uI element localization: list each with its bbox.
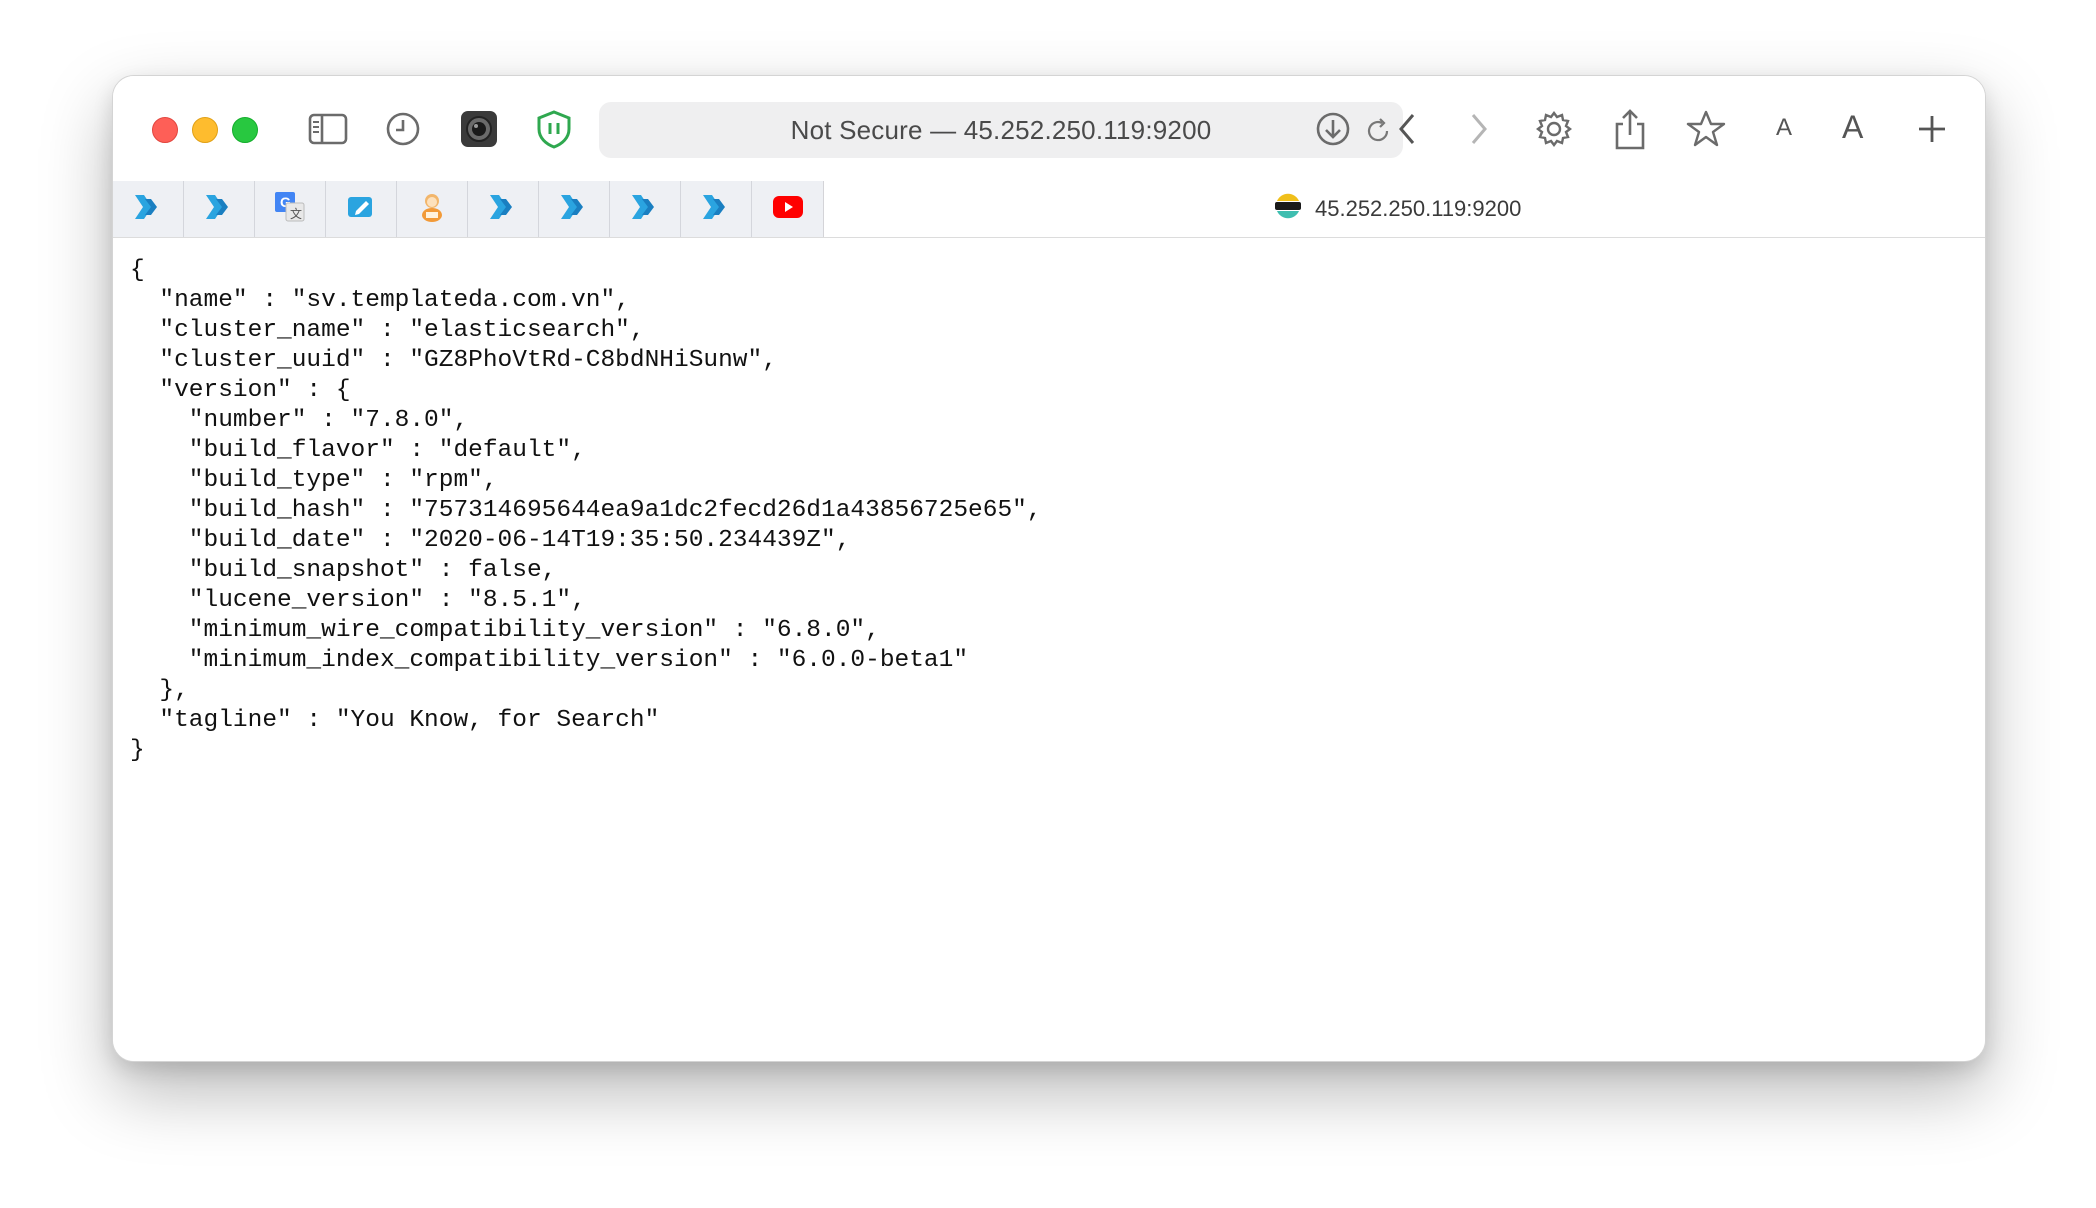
back-chevron-icon[interactable] xyxy=(1385,106,1431,152)
forward-chevron-icon[interactable] xyxy=(1455,106,1501,152)
json-response-text: { "name" : "sv.templateda.com.vn", "clus… xyxy=(130,257,1042,764)
pinned-tab-2[interactable] xyxy=(184,181,255,237)
pinned-tab-4[interactable] xyxy=(326,181,397,237)
double-chevron-icon xyxy=(630,193,660,226)
browser-window: Not Secure — 45.252.250.119:9200 A A G 文… xyxy=(112,75,1986,1062)
elasticsearch-favicon-icon xyxy=(1273,191,1303,227)
double-chevron-icon xyxy=(488,193,518,226)
character-avatar-icon xyxy=(417,191,447,228)
camera-extension-icon[interactable] xyxy=(456,106,502,152)
pinned-tab-5[interactable] xyxy=(397,181,468,237)
pinned-tab-9[interactable] xyxy=(681,181,752,237)
double-chevron-icon xyxy=(204,193,234,226)
bookmarks-bar: G文 45.252.250.119:9200 xyxy=(113,181,1985,238)
download-icon[interactable] xyxy=(1310,106,1356,152)
shield-pause-icon[interactable] xyxy=(531,106,577,152)
note-edit-icon xyxy=(346,193,376,226)
bookmark-star-icon[interactable] xyxy=(1683,106,1729,152)
pinned-tab-1[interactable] xyxy=(113,181,184,237)
history-clock-icon[interactable] xyxy=(380,106,426,152)
youtube-icon xyxy=(772,195,804,224)
svg-text:文: 文 xyxy=(290,206,302,221)
close-window-button[interactable] xyxy=(152,117,178,143)
page-content: { "name" : "sv.templateda.com.vn", "clus… xyxy=(113,238,1985,1061)
address-bar[interactable]: Not Secure — 45.252.250.119:9200 xyxy=(599,102,1403,158)
new-tab-plus-icon[interactable] xyxy=(1909,106,1955,152)
pinned-tab-8[interactable] xyxy=(610,181,681,237)
tab-title: 45.252.250.119:9200 xyxy=(1315,196,1522,221)
share-icon[interactable] xyxy=(1607,106,1653,152)
sidebar-icon[interactable] xyxy=(305,106,351,152)
pinned-tab-3[interactable]: G文 xyxy=(255,181,326,237)
text-larger-button[interactable]: A xyxy=(1842,109,1863,146)
google-translate-icon: G文 xyxy=(274,191,306,228)
active-tab[interactable]: 45.252.250.119:9200 xyxy=(1273,181,1521,237)
double-chevron-icon xyxy=(133,193,163,226)
double-chevron-icon xyxy=(701,193,731,226)
zoom-window-button[interactable] xyxy=(232,117,258,143)
browser-toolbar: Not Secure — 45.252.250.119:9200 A A xyxy=(113,76,1985,181)
pinned-tab-6[interactable] xyxy=(468,181,539,237)
pinned-tab-10[interactable] xyxy=(752,181,823,237)
pinned-tab-7[interactable] xyxy=(539,181,610,237)
double-chevron-icon xyxy=(559,193,589,226)
text-smaller-button[interactable]: A xyxy=(1776,114,1792,142)
address-bar-text: Not Secure — 45.252.250.119:9200 xyxy=(790,114,1212,145)
pinned-tabs-strip: G文 xyxy=(113,181,824,237)
settings-gear-icon[interactable] xyxy=(1531,106,1577,152)
minimize-window-button[interactable] xyxy=(192,117,218,143)
